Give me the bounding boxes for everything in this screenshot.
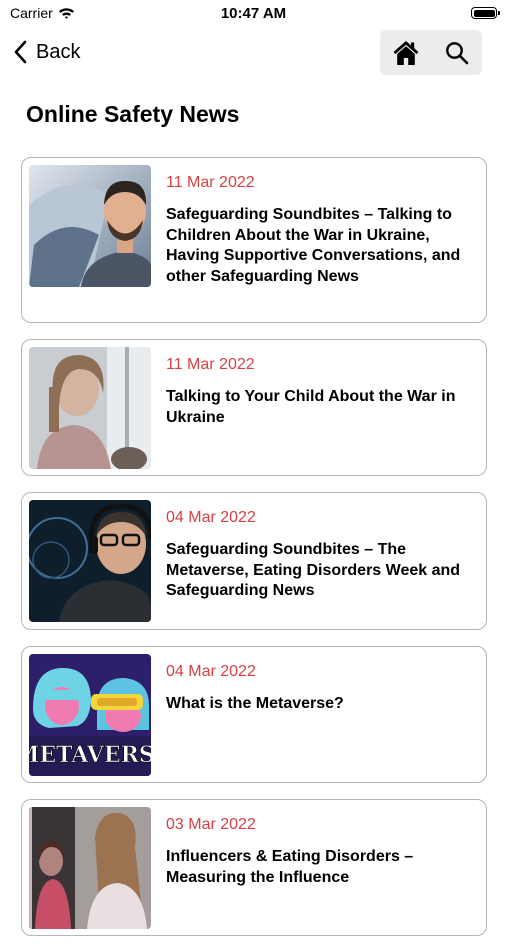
status-time: 10:47 AM xyxy=(220,5,287,22)
navigation-bar: Back xyxy=(0,28,507,78)
article-thumbnail xyxy=(29,807,151,929)
man-with-headphones-image xyxy=(29,500,151,622)
news-card[interactable]: 11 Mar 2022 Safeguarding Soundbites – Ta… xyxy=(21,157,487,323)
back-button-label: Back xyxy=(36,40,81,63)
news-card[interactable]: 11 Mar 2022 Talking to Your Child About … xyxy=(21,339,487,476)
girl-at-window-image xyxy=(29,347,151,469)
article-date: 03 Mar 2022 xyxy=(166,816,256,833)
article-title: Safeguarding Soundbites – The Metaverse,… xyxy=(166,541,461,599)
news-list: 11 Mar 2022 Safeguarding Soundbites – Ta… xyxy=(21,157,487,952)
article-date: 04 Mar 2022 xyxy=(166,509,256,526)
article-thumbnail: METAVERSE xyxy=(29,654,151,776)
news-card[interactable]: METAVERSE 04 Mar 2022 What is the Metave… xyxy=(21,646,487,783)
status-bar: Carrier 10:47 AM xyxy=(0,0,507,28)
article-thumbnail xyxy=(29,347,151,469)
article-thumbnail xyxy=(29,165,151,287)
article-date: 11 Mar 2022 xyxy=(166,174,255,191)
metaverse-thumbnail-text: METAVERSE xyxy=(29,742,151,768)
nav-action-group xyxy=(380,30,482,75)
chevron-left-icon xyxy=(14,40,27,64)
page-title: Online Safety News xyxy=(26,101,240,127)
news-card[interactable]: 04 Mar 2022 Safeguarding Soundbites – Th… xyxy=(21,492,487,630)
metaverse-illustration-image: METAVERSE xyxy=(29,654,151,776)
search-button[interactable] xyxy=(431,30,482,75)
article-title: Safeguarding Soundbites – Talking to Chi… xyxy=(166,206,461,285)
article-title: What is the Metaverse? xyxy=(166,695,344,712)
home-icon xyxy=(393,40,418,65)
article-title: Talking to Your Child About the War in U… xyxy=(166,388,456,426)
home-button[interactable] xyxy=(380,30,431,75)
man-portrait-image xyxy=(29,165,151,287)
search-icon xyxy=(445,41,468,64)
article-date: 11 Mar 2022 xyxy=(166,356,255,373)
article-title: Influencers & Eating Disorders – Measuri… xyxy=(166,848,414,886)
news-card[interactable]: 03 Mar 2022 Influencers & Eating Disorde… xyxy=(21,799,487,936)
girls-at-mirror-image xyxy=(29,807,151,929)
battery-icon xyxy=(471,7,500,19)
article-date: 04 Mar 2022 xyxy=(166,663,256,680)
article-thumbnail xyxy=(29,500,151,622)
back-button[interactable]: Back xyxy=(14,40,80,64)
